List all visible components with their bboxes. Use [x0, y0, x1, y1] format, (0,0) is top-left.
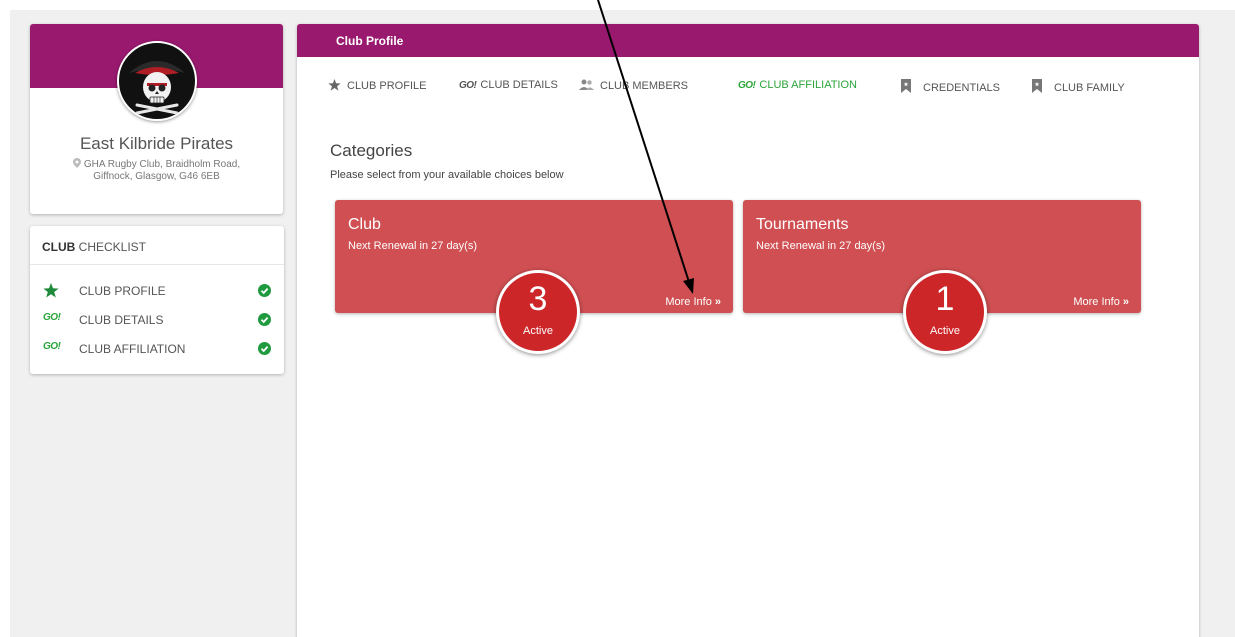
people-icon: [579, 79, 594, 90]
tab-club-affiliation[interactable]: GO! CLUB AFFILIATION: [738, 79, 857, 91]
more-info-link[interactable]: More Info »: [1073, 296, 1129, 308]
active-count: 3: [528, 280, 548, 318]
profile-tabs: CLUB PROFILE GO! CLUB DETAILS CLUB MEMBER…: [328, 79, 1188, 97]
go-icon: GO!: [738, 80, 756, 91]
more-info-label: More Info: [665, 296, 712, 308]
active-count-badge-club: 3 Active: [496, 270, 580, 354]
tab-credentials[interactable]: CREDENTIALS: [901, 79, 1000, 94]
tab-label: CLUB AFFILIATION: [759, 79, 857, 91]
location-pin-icon: [72, 158, 81, 168]
tab-label: CLUB FAMILY: [1054, 82, 1125, 94]
address-line-1: GHA Rugby Club, Braidholm Road,: [83, 159, 241, 170]
checklist-divider: [30, 264, 284, 265]
star-icon: [43, 283, 59, 298]
checklist-item-label: CLUB DETAILS: [79, 313, 164, 327]
checklist-heading-rest: CHECKLIST: [75, 240, 147, 254]
categories-subtitle: Please select from your available choice…: [330, 169, 564, 181]
club-profile-card: East Kilbride Pirates GHA Rugby Club, Br…: [30, 24, 283, 214]
check-circle-icon: [258, 313, 271, 326]
checklist-item-label: CLUB PROFILE: [79, 284, 166, 298]
tab-club-members[interactable]: CLUB MEMBERS: [579, 79, 688, 92]
tab-club-family[interactable]: CLUB FAMILY: [1032, 79, 1125, 94]
checklist-item-club-profile[interactable]: CLUB PROFILE: [43, 282, 271, 300]
active-count-badge-tournaments: 1 Active: [903, 270, 987, 354]
check-circle-icon: [258, 342, 271, 355]
bookmark-icon: [901, 79, 911, 93]
more-info-label: More Info: [1073, 296, 1120, 308]
club-address: GHA Rugby Club, Braidholm Road, Giffnock…: [60, 158, 253, 183]
bookmark-icon: [1032, 79, 1042, 93]
go-icon: GO!: [43, 341, 61, 352]
tab-label: CLUB DETAILS: [480, 79, 558, 91]
categories-title: Categories: [330, 141, 413, 160]
club-name: East Kilbride Pirates: [79, 134, 234, 153]
active-label: Active: [930, 325, 960, 337]
double-chevron-right-icon: »: [714, 296, 721, 308]
active-count: 1: [935, 280, 955, 318]
checklist-item-label: CLUB AFFILIATION: [79, 342, 186, 356]
go-icon: GO!: [459, 80, 477, 91]
star-icon: [328, 79, 341, 91]
panel-header: Club Profile: [297, 24, 1199, 57]
tab-club-details[interactable]: GO! CLUB DETAILS: [459, 79, 558, 91]
tab-club-profile[interactable]: CLUB PROFILE: [328, 79, 426, 92]
checklist-heading: CLUB CHECKLIST: [42, 240, 146, 254]
club-checklist-panel: CLUB CHECKLIST CLUB PROFILE GO! CLUB DET…: [30, 226, 284, 374]
tab-label: CLUB MEMBERS: [600, 80, 689, 92]
double-chevron-right-icon: »: [1122, 296, 1129, 308]
tab-label: CLUB PROFILE: [347, 80, 427, 92]
tile-title: Tournaments: [756, 216, 849, 233]
checklist-item-club-details[interactable]: GO! CLUB DETAILS: [43, 311, 271, 329]
active-label: Active: [523, 325, 553, 337]
tile-renewal: Next Renewal in 27 day(s): [348, 240, 478, 252]
tile-title: Club: [348, 216, 381, 233]
pirate-skull-icon: [129, 61, 185, 115]
tile-renewal: Next Renewal in 27 day(s): [756, 240, 886, 252]
checklist-item-club-affiliation[interactable]: GO! CLUB AFFILIATION: [43, 340, 271, 358]
go-icon: GO!: [43, 312, 61, 323]
checklist-heading-bold: CLUB: [42, 240, 76, 254]
address-line-2: Giffnock, Glasgow, G46 6EB: [93, 171, 220, 182]
club-logo-avatar: [117, 41, 197, 121]
more-info-link[interactable]: More Info »: [665, 296, 721, 308]
main-panel: Club Profile CLUB PROFILE GO! CLUB DETAIL…: [297, 24, 1199, 637]
check-circle-icon: [258, 284, 271, 297]
tab-label: CREDENTIALS: [923, 82, 1001, 94]
